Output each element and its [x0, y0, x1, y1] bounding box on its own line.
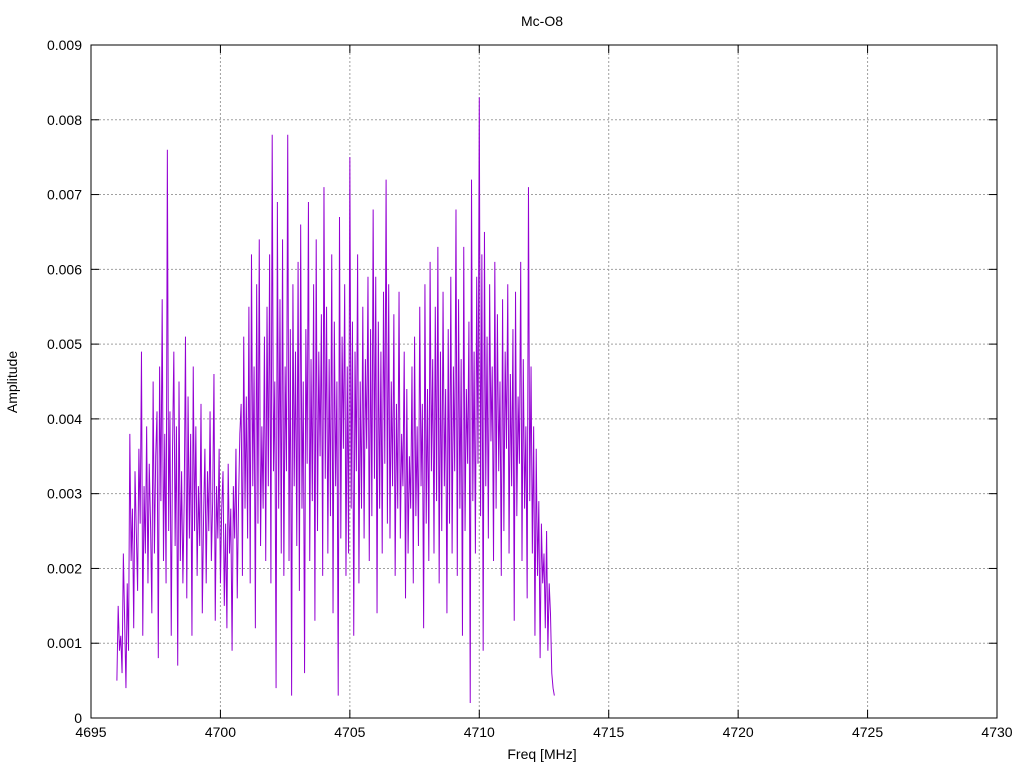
y-tick-label: 0.006: [47, 261, 82, 277]
x-tick-label: 4720: [723, 724, 754, 740]
x-axis-label: Freq [MHz]: [507, 746, 576, 762]
x-tick-label: 4695: [75, 724, 106, 740]
y-tick-label: 0.001: [47, 635, 82, 651]
x-tick-label: 4725: [852, 724, 883, 740]
chart-title: Mc-O8: [521, 13, 563, 29]
x-tick-label: 4705: [334, 724, 365, 740]
y-tick-label: 0.002: [47, 560, 82, 576]
x-tick-label: 4730: [981, 724, 1012, 740]
y-tick-label: 0.005: [47, 336, 82, 352]
y-tick-label: 0: [74, 710, 82, 726]
x-tick-label: 4710: [464, 724, 495, 740]
y-tick-label: 0.004: [47, 411, 82, 427]
x-tick-label: 4700: [205, 724, 236, 740]
chart: 4695 4700 4705 4710 4715 4720 4725 4730 0 0.001 0.…: [0, 0, 1024, 768]
y-tick-label: 0.008: [47, 112, 82, 128]
x-tick-label: 4715: [593, 724, 624, 740]
y-tick-label: 0.009: [47, 37, 82, 53]
y-tick-label: 0.007: [47, 187, 82, 203]
y-tick-label: 0.003: [47, 486, 82, 502]
y-axis-label: Amplitude: [4, 351, 20, 413]
